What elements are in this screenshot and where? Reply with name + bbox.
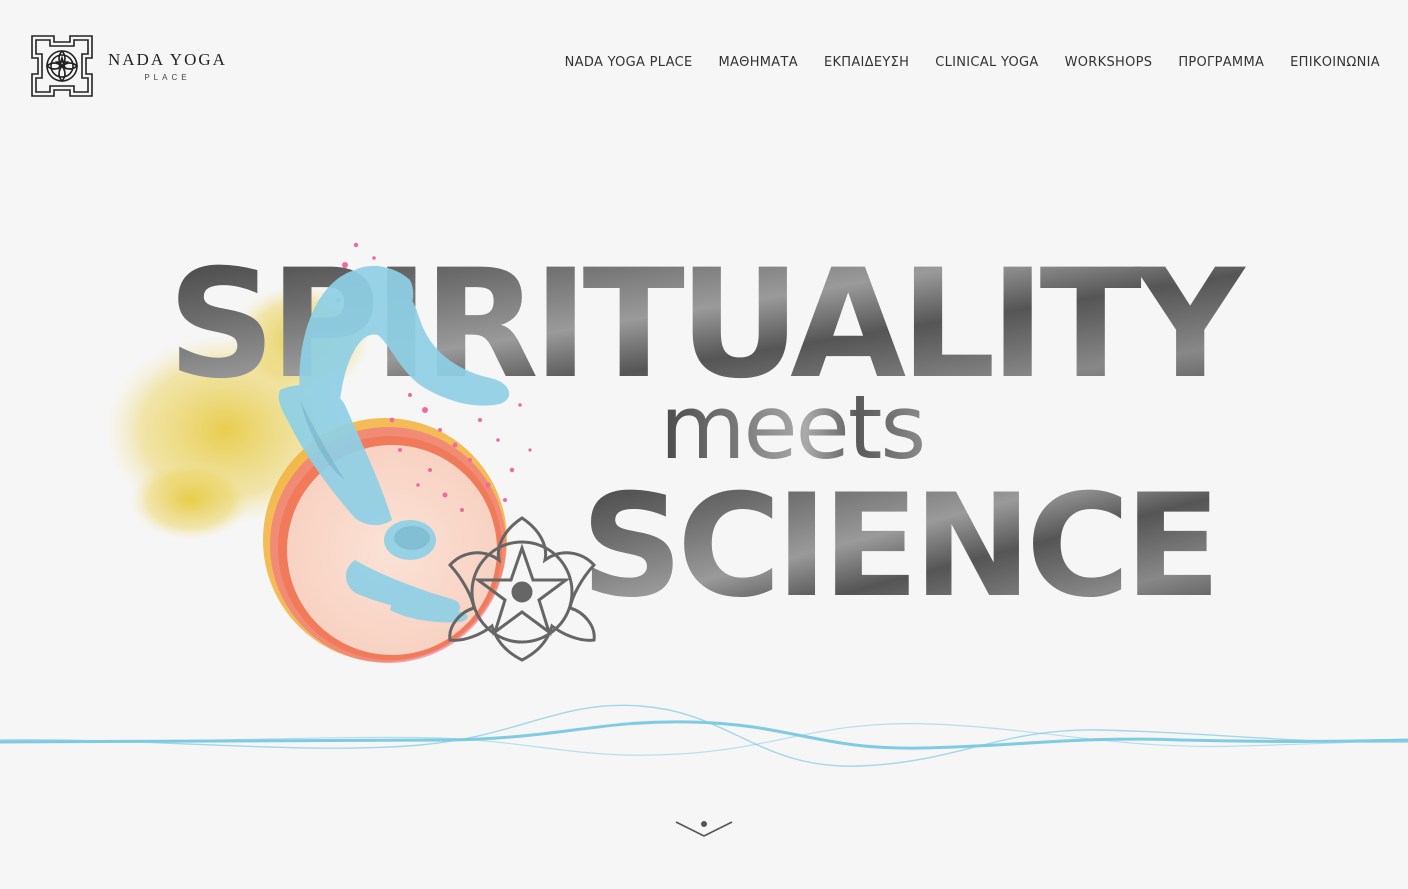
hero-line-science: SCIENCE (581, 464, 1215, 629)
page: NADA YOGA PLACE NADA YOGA PLACE ΜΑΘΗΜΑΤΑ… (0, 0, 1408, 889)
hero-artwork: SPIRITUALITY meets SCIENCE (0, 238, 1408, 767)
chevron-down-icon (675, 821, 733, 837)
sound-wave (0, 704, 1408, 767)
scroll-down-button[interactable] (672, 814, 736, 844)
